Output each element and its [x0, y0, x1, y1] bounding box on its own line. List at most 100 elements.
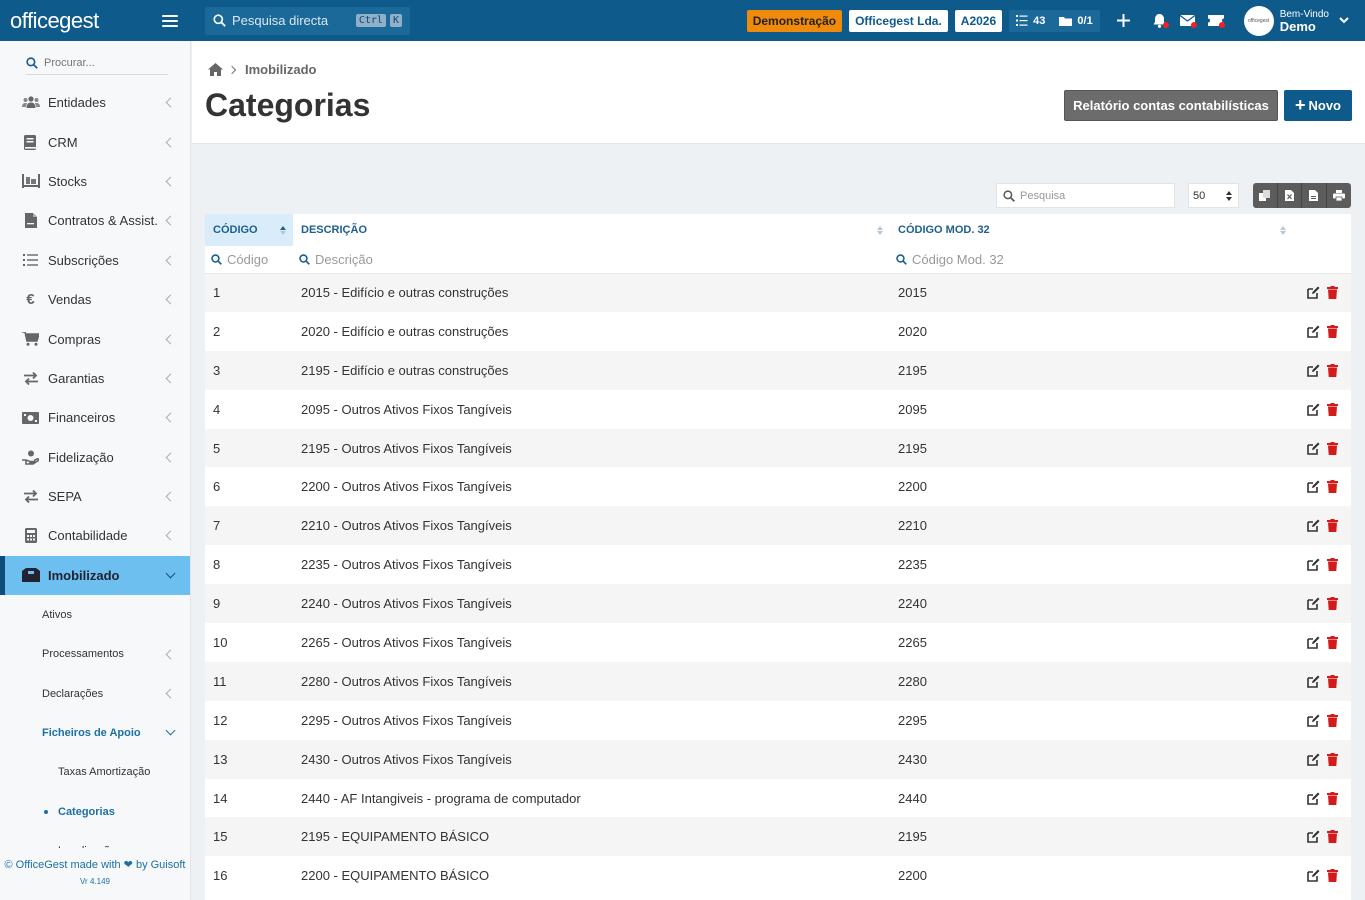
sidebar-item-compras[interactable]: Compras [0, 319, 190, 358]
docs-counter[interactable]: 0/1 [1052, 10, 1099, 32]
edit-icon[interactable] [1307, 519, 1320, 533]
table-row[interactable]: 8 2235 - Outros Ativos Fixos Tangíveis 223… [205, 545, 1351, 584]
notifications-button[interactable] [1146, 0, 1174, 41]
sidebar-item-imobilizado[interactable]: Imobilizado [0, 555, 190, 596]
sidebar-item-label: SEPA [48, 489, 82, 505]
table-row[interactable]: 5 2195 - Outros Ativos Fixos Tangíveis 219… [205, 428, 1351, 468]
table-row[interactable]: 16 2200 - EQUIPAMENTO BÁSICO 2200 [205, 856, 1351, 895]
edit-icon[interactable] [1307, 364, 1320, 377]
table-row[interactable]: 12 2295 - Outros Ativos Fixos Tangíveis 22… [205, 701, 1351, 740]
sidebar-item-subscricoes[interactable]: Subscrições [0, 241, 190, 280]
global-search[interactable]: Pesquisa directa Ctrl K [205, 6, 410, 35]
table-search[interactable]: Pesquisa [996, 183, 1175, 208]
edit-icon[interactable] [1307, 792, 1320, 805]
sidebar-search-input[interactable] [44, 56, 154, 69]
filter-codigo: Código [227, 251, 269, 267]
trash-icon[interactable] [1326, 286, 1339, 300]
breadcrumb-imobilizado[interactable]: Imobilizado [245, 62, 317, 77]
tickets-button[interactable] [1202, 0, 1230, 41]
edit-icon[interactable] [1307, 753, 1320, 766]
messages-button[interactable] [1174, 0, 1202, 41]
new-button[interactable]: + Novo [1284, 90, 1352, 121]
demo-badge[interactable]: Demonstração [746, 9, 843, 32]
page-size-select[interactable]: 50 [1188, 183, 1239, 208]
sidebar-item-contabilidade[interactable]: Contabilidade [0, 516, 190, 555]
table-row[interactable]: 2 2020 - Edifício e outras construções 202… [205, 312, 1351, 351]
pdf-button[interactable] [1302, 183, 1327, 208]
edit-icon[interactable] [1307, 480, 1320, 494]
table-row[interactable]: 9 2240 - Outros Ativos Fixos Tangíveis 224… [205, 584, 1351, 624]
menu-toggle-icon[interactable] [162, 14, 178, 27]
trash-icon[interactable] [1326, 752, 1339, 766]
sidebar-subitem-ficheiros-apoio[interactable]: Ficheiros de Apoio [0, 713, 190, 752]
table-row[interactable]: 3 2195 - Edifício e outras construções 219… [205, 350, 1351, 390]
sidebar-item-crm[interactable]: CRM [0, 122, 190, 161]
sidebar-item-fidelizacao[interactable]: Fidelização [0, 438, 190, 477]
edit-icon[interactable] [1307, 286, 1320, 299]
table-row[interactable]: 11 2280 - Outros Ativos Fixos Tangíveis 22… [205, 661, 1351, 701]
sidebar-item-stocks[interactable]: Stocks [0, 162, 190, 201]
print-button[interactable] [1326, 183, 1351, 208]
table-row[interactable]: 4 2095 - Outros Ativos Fixos Tangíveis 209… [205, 390, 1351, 429]
edit-icon[interactable] [1307, 830, 1320, 844]
column-header-codigo[interactable]: CÓDIGO [205, 214, 293, 246]
app-logo[interactable]: officegest [10, 8, 99, 34]
table-row[interactable]: 14 2440 - AF Intangiveis - programa de co… [205, 779, 1351, 818]
trash-icon[interactable] [1326, 324, 1339, 338]
copy-button[interactable] [1253, 183, 1278, 208]
tasks-counter[interactable]: 43 [1009, 10, 1052, 32]
filter-mod32-cell[interactable]: Código Mod. 32 [890, 246, 1293, 274]
trash-icon[interactable] [1326, 402, 1339, 416]
sidebar-item-garantias[interactable]: Garantias [0, 359, 190, 398]
table-row[interactable]: 6 2200 - Outros Ativos Fixos Tangíveis 220… [205, 467, 1351, 506]
edit-icon[interactable] [1307, 403, 1320, 416]
trash-icon[interactable] [1326, 519, 1339, 533]
table-row[interactable]: 7 2210 - Outros Ativos Fixos Tangíveis 221… [205, 506, 1351, 546]
column-header-descricao[interactable]: DESCRIÇÃO [293, 214, 890, 246]
sidebar-item-contratos[interactable]: Contratos & Assist. [0, 201, 190, 240]
sidebar-item-sepa[interactable]: SEPA [0, 477, 190, 516]
year-badge[interactable]: A2026 [954, 9, 1003, 32]
edit-icon[interactable] [1307, 675, 1320, 688]
edit-icon[interactable] [1307, 714, 1320, 727]
sidebar-subitem-declaracoes[interactable]: Declarações [0, 674, 190, 713]
filter-codigo-cell[interactable]: Código [205, 246, 293, 274]
table-row[interactable]: 10 2265 - Outros Ativos Fixos Tangíveis 22… [205, 623, 1351, 662]
trash-icon[interactable] [1326, 869, 1339, 883]
edit-icon[interactable] [1307, 597, 1320, 610]
trash-icon[interactable] [1326, 830, 1339, 844]
trash-icon[interactable] [1326, 635, 1339, 649]
column-header-codigo-mod32[interactable]: CÓDIGO MOD. 32 [890, 214, 1293, 246]
sidebar-subitem-ativos[interactable]: Ativos [0, 595, 190, 634]
company-badge[interactable]: Officegest Lda. [849, 9, 948, 32]
sidebar-item-entidades[interactable]: Entidades [0, 83, 190, 122]
edit-icon[interactable] [1307, 442, 1320, 455]
home-icon[interactable] [208, 63, 223, 76]
excel-button[interactable] [1277, 183, 1302, 208]
edit-icon[interactable] [1307, 636, 1320, 649]
sidebar-subitem-processamentos[interactable]: Processamentos [0, 634, 190, 673]
trash-icon[interactable] [1326, 480, 1339, 494]
sidebar-subitem-categorias[interactable]: Categorias [0, 792, 190, 831]
sidebar-item-vendas[interactable]: € Vendas [0, 280, 190, 319]
edit-icon[interactable] [1307, 869, 1320, 883]
trash-icon[interactable] [1326, 441, 1339, 455]
trash-icon[interactable] [1326, 597, 1339, 611]
trash-icon[interactable] [1326, 363, 1339, 377]
sidebar-item-financeiros[interactable]: Financeiros [0, 398, 190, 437]
sidebar-subitem-taxas[interactable]: Taxas Amortização [0, 753, 190, 792]
table-row[interactable]: 15 2195 - EQUIPAMENTO BÁSICO 2195 [205, 817, 1351, 857]
filter-descricao-cell[interactable]: Descrição [293, 246, 890, 274]
report-button[interactable]: Relatório contas contabilísticas [1064, 90, 1278, 121]
trash-icon[interactable] [1326, 558, 1339, 572]
trash-icon[interactable] [1326, 713, 1339, 727]
add-button[interactable] [1110, 0, 1138, 41]
edit-icon[interactable] [1307, 558, 1320, 571]
user-menu[interactable]: officegest Bem-Vindo Demo [1243, 5, 1349, 36]
trash-icon[interactable] [1326, 791, 1339, 805]
sidebar-search[interactable] [26, 51, 168, 75]
edit-icon[interactable] [1307, 325, 1320, 338]
table-row[interactable]: 13 2430 - Outros Ativos Fixos Tangíveis 24… [205, 739, 1351, 779]
trash-icon[interactable] [1326, 674, 1339, 688]
table-row[interactable]: 1 2015 - Edifício e outras construções 201… [205, 273, 1351, 312]
